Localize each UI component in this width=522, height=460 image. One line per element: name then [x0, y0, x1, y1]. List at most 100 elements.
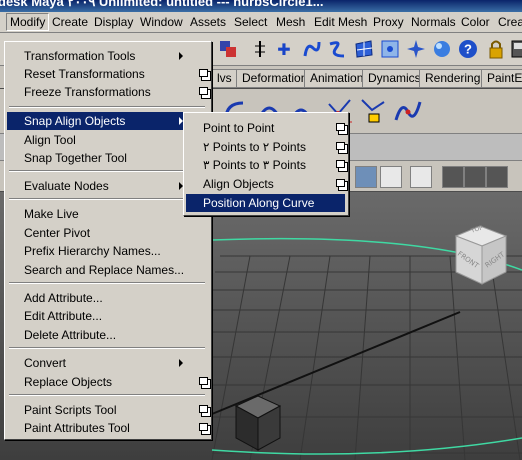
tab-animation[interactable]: Animation: [304, 69, 370, 88]
lock-icon[interactable]: [484, 37, 508, 61]
snap-grid-icon[interactable]: ✚: [272, 37, 296, 61]
submenu-item-point-to-point[interactable]: Point to Point: [186, 119, 348, 137]
menu-item-replace-objects[interactable]: Replace Objects: [7, 373, 211, 391]
submenu-item-2-points-to-2-points[interactable]: ۲ Points to ۲ Points: [186, 138, 348, 156]
bezier-curve-icon[interactable]: [392, 93, 422, 129]
option-box-icon[interactable]: [199, 69, 211, 81]
option-box-icon[interactable]: [199, 377, 211, 389]
menu-item-label: Search and Replace Names...: [24, 263, 185, 277]
snap-curve-icon[interactable]: [300, 37, 324, 61]
menu-item-search-replace-names[interactable]: Search and Replace Names...: [7, 261, 208, 279]
menu-item-convert[interactable]: Convert: [7, 354, 208, 372]
menu-assets[interactable]: Assets: [190, 14, 226, 30]
option-box-icon[interactable]: [336, 142, 348, 154]
menu-item-label: Prefix Hierarchy Names...: [24, 244, 161, 258]
menu-item-label: Delete Attribute...: [24, 328, 117, 342]
menu-item-paint-scripts-tool[interactable]: Paint Scripts Tool: [7, 401, 211, 419]
menu-item-label: Center Pivot: [24, 226, 91, 240]
menu-edit-mesh[interactable]: Edit Mesh: [314, 14, 367, 30]
menu-item-label: Paint Scripts Tool: [24, 403, 117, 417]
snap-point-icon[interactable]: [325, 37, 349, 61]
window-title: desk Maya ۲۰۰۹ Unlimited: untitled --- n…: [0, 0, 324, 9]
menu-create[interactable]: Create: [52, 14, 88, 30]
joint-view-icon[interactable]: [486, 166, 508, 188]
grid-view-icon[interactable]: [464, 166, 486, 188]
menu-divider: [9, 170, 205, 172]
menu-item-label: Freeze Transformations: [24, 85, 151, 99]
option-box-icon[interactable]: [336, 160, 348, 172]
menu-item-label: Paint Attributes Tool: [24, 421, 130, 435]
menu-item-label: ۲ Points to ۲ Points: [203, 140, 306, 154]
render-sphere-icon[interactable]: [430, 37, 454, 61]
menu-item-label: Align Tool: [24, 133, 76, 147]
menu-item-label: Reset Transformations: [24, 67, 145, 81]
svg-text:?: ?: [464, 42, 472, 57]
menu-divider: [9, 394, 205, 396]
menu-item-label: Transformation Tools: [24, 49, 136, 63]
sparkle-icon[interactable]: [404, 37, 428, 61]
option-box-icon[interactable]: [199, 87, 211, 99]
tab-rendering[interactable]: Rendering: [419, 69, 487, 88]
menu-item-transformation-tools[interactable]: Transformation Tools: [7, 47, 208, 65]
option-box-icon[interactable]: [336, 123, 348, 135]
menu-divider: [9, 282, 205, 284]
menu-item-label: Replace Objects: [24, 375, 113, 389]
menu-divider: [9, 347, 205, 349]
tab-painteffects[interactable]: PaintEff: [481, 69, 522, 88]
cube-object[interactable]: [234, 395, 282, 451]
menu-item-label: Snap Align Objects: [24, 114, 126, 128]
tab-dynamics[interactable]: Dynamics: [362, 69, 427, 88]
menu-window[interactable]: Window: [140, 14, 183, 30]
selection-box-icon[interactable]: [410, 166, 432, 188]
menu-modify[interactable]: Modify: [6, 13, 50, 31]
tab-surfaces[interactable]: lvs: [212, 69, 238, 88]
menu-normals[interactable]: Normals: [411, 14, 456, 30]
menu-item-reset-transformations[interactable]: Reset Transformations: [7, 65, 211, 83]
snap-surface-icon[interactable]: [378, 37, 402, 61]
menu-item-add-attribute[interactable]: Add Attribute...: [7, 289, 208, 307]
option-box-icon[interactable]: [199, 405, 211, 417]
submenu-item-position-along-curve[interactable]: Position Along Curve: [186, 194, 345, 212]
modify-menu: Transformation Tools Reset Transformatio…: [4, 41, 212, 440]
snap-plane-icon[interactable]: [352, 37, 376, 61]
view-cube[interactable]: TOP FRONT RIGHT: [440, 212, 518, 290]
menu-item-label: Convert: [24, 356, 67, 370]
panel-toggle-icon[interactable]: [506, 37, 522, 61]
smooth-cube-icon[interactable]: [380, 166, 402, 188]
option-box-icon[interactable]: [199, 423, 211, 435]
menu-display[interactable]: Display: [94, 14, 133, 30]
menu-item-snap-align-objects[interactable]: Snap Align Objects: [7, 112, 209, 130]
menu-item-label: Point to Point: [203, 121, 275, 135]
menu-item-label: Snap Together Tool: [24, 151, 127, 165]
menu-divider: [9, 106, 205, 108]
menu-item-snap-together-tool[interactable]: Snap Together Tool: [7, 149, 208, 167]
menu-item-align-tool[interactable]: Align Tool: [7, 131, 208, 149]
help-icon[interactable]: ?: [456, 37, 480, 61]
cv-edit-icon[interactable]: [358, 93, 388, 129]
option-box-icon[interactable]: [336, 179, 348, 191]
menu-item-make-live[interactable]: Make Live: [7, 205, 208, 223]
menu-mesh[interactable]: Mesh: [276, 14, 305, 30]
menu-item-prefix-hierarchy-names[interactable]: Prefix Hierarchy Names...: [7, 242, 208, 260]
snap-divider-icon[interactable]: [248, 37, 272, 61]
menu-item-label: Position Along Curve: [203, 196, 315, 210]
window-titlebar: desk Maya ۲۰۰۹ Unlimited: untitled --- n…: [0, 0, 522, 12]
wireframe-cube-icon[interactable]: [442, 166, 464, 188]
menu-item-delete-attribute[interactable]: Delete Attribute...: [7, 326, 208, 344]
tab-deformation[interactable]: Deformation: [236, 69, 314, 88]
submenu-arrow-icon: [179, 359, 183, 367]
menu-item-evaluate-nodes[interactable]: Evaluate Nodes: [7, 177, 208, 195]
submenu-item-align-objects[interactable]: Align Objects: [186, 175, 348, 193]
menu-select[interactable]: Select: [234, 14, 267, 30]
shaded-cube-icon[interactable]: [355, 166, 377, 188]
submenu-item-3-points-to-3-points[interactable]: ۳ Points to ۳ Points: [186, 156, 348, 174]
menu-item-freeze-transformations[interactable]: Freeze Transformations: [7, 83, 211, 101]
menu-proxy[interactable]: Proxy: [373, 14, 404, 30]
menu-color[interactable]: Color: [461, 14, 490, 30]
menu-item-paint-attributes-tool[interactable]: Paint Attributes Tool: [7, 419, 211, 437]
menu-create-more[interactable]: Creat: [498, 14, 522, 30]
menu-bar: Modify Create Display Window Assets Sele…: [0, 12, 522, 33]
menu-item-center-pivot[interactable]: Center Pivot: [7, 224, 208, 242]
menu-item-edit-attribute[interactable]: Edit Attribute...: [7, 307, 208, 325]
select-tool-icon[interactable]: [216, 37, 240, 61]
